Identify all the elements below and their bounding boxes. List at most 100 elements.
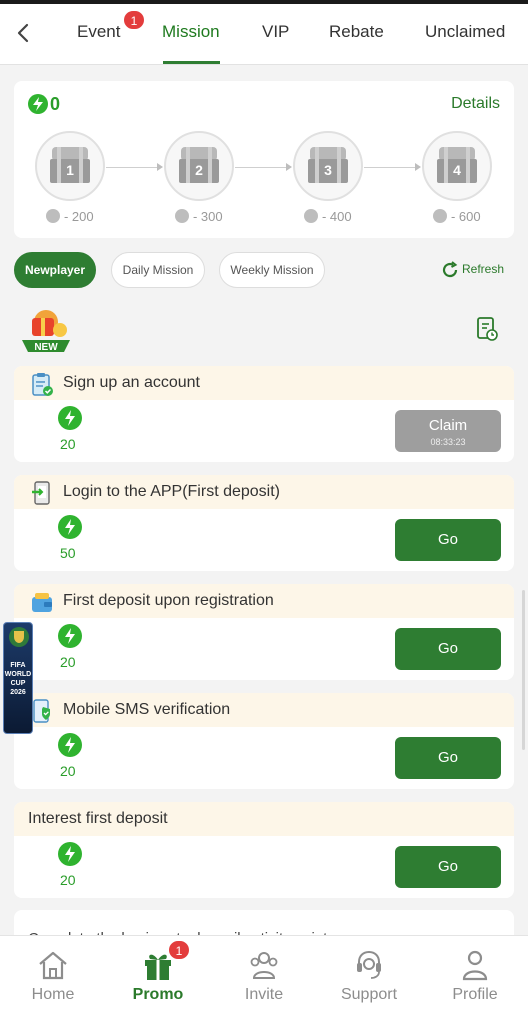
go-button[interactable]: Go (395, 846, 501, 888)
chest-cost-2: - 300 (159, 209, 239, 224)
mission-card: First deposit upon registration 20 Go (14, 584, 514, 680)
chest-number: 4 (453, 162, 461, 178)
mission-card-header: First deposit upon registration (14, 584, 514, 618)
chest-number: 2 (195, 162, 203, 178)
mission-card-header: Sign up an account (14, 366, 514, 400)
claim-button[interactable]: Claim 08:33:23 (395, 410, 501, 452)
energy-bolt-icon (58, 515, 82, 539)
tab-mission[interactable]: Mission (162, 22, 220, 42)
chest-connector (235, 167, 289, 168)
details-link[interactable]: Details (451, 95, 500, 113)
tab-event[interactable]: Event (77, 22, 120, 42)
chest-cost-3: - 400 (288, 209, 368, 224)
mission-card-header: Mobile SMS verification (14, 693, 514, 727)
nav-invite[interactable]: Invite (219, 948, 309, 1004)
home-icon (39, 951, 67, 980)
chest-number: 3 (324, 162, 332, 178)
mission-card-header: Login to the APP(First deposit) (14, 475, 514, 509)
promo-count-badge: 1 (168, 940, 190, 960)
chest-number: 1 (66, 162, 74, 178)
event-count-badge: 1 (123, 10, 145, 30)
scrollbar[interactable] (522, 590, 525, 750)
tab-unclaimed[interactable]: Unclaimed (425, 22, 505, 42)
mission-reward: 20 (60, 872, 76, 888)
sms-shield-icon (33, 699, 50, 723)
treasure-chest-2[interactable]: 2 (164, 131, 234, 201)
mission-card: Mobile SMS verification 20 Go (14, 693, 514, 789)
go-button[interactable]: Go (395, 519, 501, 561)
nav-label: Invite (244, 986, 284, 1003)
claim-countdown: 08:33:23 (430, 437, 466, 447)
mission-card-header: Interest first deposit (14, 802, 514, 836)
invite-people-icon (250, 952, 278, 979)
refresh-button[interactable]: Refresh (440, 260, 504, 280)
tab-vip[interactable]: VIP (262, 22, 289, 42)
grey-bolt-icon (175, 209, 190, 223)
profile-icon (462, 950, 488, 981)
nav-label: Support (340, 986, 398, 1003)
mission-title: Interest first deposit (28, 810, 168, 827)
grey-bolt-icon (46, 209, 61, 223)
mission-card: Sign up an account 20 Claim 08:33:23 (14, 366, 514, 462)
nav-support[interactable]: Support (324, 948, 414, 1004)
nav-label: Promo (132, 986, 184, 1003)
back-arrow-icon[interactable] (12, 20, 36, 46)
treasure-progress-panel: 0 Details 1 2 3 4 - 200 - 300 - 400 - 60… (14, 81, 514, 238)
active-tab-indicator (163, 61, 220, 64)
new-gift-badge-icon: NEW (22, 310, 70, 353)
energy-bolt-icon (58, 733, 82, 757)
energy-bolt-icon (58, 624, 82, 648)
nav-profile[interactable]: Profile (430, 948, 520, 1004)
mission-reward: 20 (60, 436, 76, 452)
connector-arrow-icon (157, 163, 163, 171)
mission-reward: 20 (60, 654, 76, 670)
nav-label: Profile (452, 986, 498, 1003)
go-button[interactable]: Go (395, 628, 501, 670)
mission-title: Sign up an account (63, 374, 200, 391)
mission-title: Mobile SMS verification (63, 701, 231, 718)
phone-login-icon (32, 481, 50, 505)
clipboard-check-icon (32, 373, 53, 396)
fifa-floating-banner[interactable]: FIFA WORLD CUP 2026 (3, 622, 33, 734)
connector-arrow-icon (415, 163, 421, 171)
chest-cost-1: - 200 (30, 209, 110, 224)
chest-connector (364, 167, 418, 168)
wallet-icon (32, 593, 52, 612)
mission-reward: 50 (60, 545, 76, 561)
chest-connector (106, 167, 160, 168)
nav-label: Home (31, 986, 75, 1003)
energy-bolt-icon (28, 94, 48, 115)
refresh-label: Refresh (462, 262, 505, 277)
treasure-chest-1[interactable]: 1 (35, 131, 105, 201)
mission-title: Login to the APP(First deposit) (63, 483, 280, 500)
chip-weekly-mission[interactable]: Weekly Mission (219, 252, 325, 288)
chest-cost-4: - 600 (417, 209, 497, 224)
headset-support-icon (357, 950, 381, 979)
points-value: 0 (50, 93, 61, 114)
treasure-chest-3[interactable]: 3 (293, 131, 363, 201)
mission-card: Login to the APP(First deposit) 50 Go (14, 475, 514, 571)
energy-bolt-icon (58, 406, 82, 430)
claim-label: Claim (428, 417, 468, 434)
points-display: 0 (28, 93, 60, 115)
top-tab-bar: Event 1 Mission VIP Rebate Unclaimed (0, 4, 528, 65)
nav-home[interactable]: Home (8, 948, 98, 1004)
trophy-icon (9, 627, 29, 647)
energy-bolt-icon (58, 842, 82, 866)
chip-newplayer[interactable]: Newplayer (14, 252, 96, 288)
connector-arrow-icon (286, 163, 292, 171)
mission-title: First deposit upon registration (63, 592, 274, 609)
refresh-icon (442, 261, 458, 278)
nav-promo[interactable]: Promo 1 (113, 940, 203, 1004)
grey-bolt-icon (433, 209, 448, 223)
fifa-label: FIFA WORLD CUP 2026 (4, 662, 32, 696)
chip-daily-mission[interactable]: Daily Mission (111, 252, 205, 288)
bottom-navigation: Home Promo 1 Invite Support Profile (0, 935, 528, 1024)
treasure-chest-4[interactable]: 4 (422, 131, 492, 201)
document-clock-icon[interactable] (476, 316, 498, 342)
go-button[interactable]: Go (395, 737, 501, 779)
tab-rebate[interactable]: Rebate (329, 22, 384, 42)
mission-card: Interest first deposit 20 Go (14, 802, 514, 898)
new-label: NEW (34, 342, 58, 353)
mission-reward: 20 (60, 763, 76, 779)
